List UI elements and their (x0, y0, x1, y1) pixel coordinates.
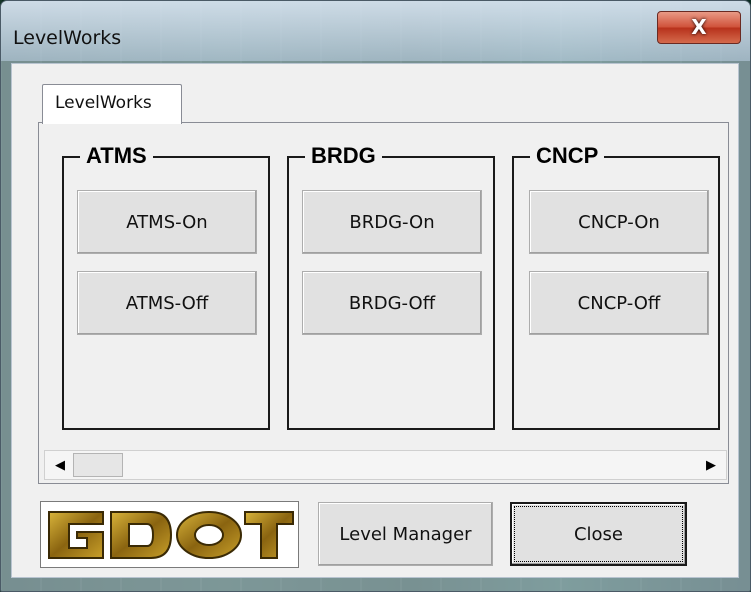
horizontal-scrollbar[interactable]: ◀ ▶ (44, 450, 727, 480)
scrollbar-thumb[interactable] (73, 453, 123, 477)
brdg-on-button[interactable]: BRDG-On (302, 190, 482, 254)
group-label-atms: ATMS (80, 143, 153, 169)
gdot-logo-graphic (41, 502, 298, 567)
atms-off-button[interactable]: ATMS-Off (77, 271, 257, 335)
window-title: LevelWorks (13, 27, 122, 49)
level-manager-button[interactable]: Level Manager (318, 502, 493, 566)
close-button[interactable]: Close (510, 502, 687, 566)
group-label-cncp: CNCP (530, 143, 605, 169)
atms-on-button[interactable]: ATMS-On (77, 190, 257, 254)
brdg-off-button[interactable]: BRDG-Off (302, 271, 482, 335)
scroll-right-arrow-icon[interactable]: ▶ (700, 455, 722, 475)
gdot-logo (40, 501, 299, 568)
title-bar[interactable]: LevelWorks (1, 1, 750, 61)
scroll-left-arrow-icon[interactable]: ◀ (49, 455, 71, 475)
tab-levelworks[interactable]: LevelWorks (42, 84, 182, 124)
cncp-off-button[interactable]: CNCP-Off (529, 271, 709, 335)
window-close-button[interactable]: X (657, 11, 741, 44)
cncp-on-button[interactable]: CNCP-On (529, 190, 709, 254)
group-label-brdg: BRDG (305, 143, 382, 169)
